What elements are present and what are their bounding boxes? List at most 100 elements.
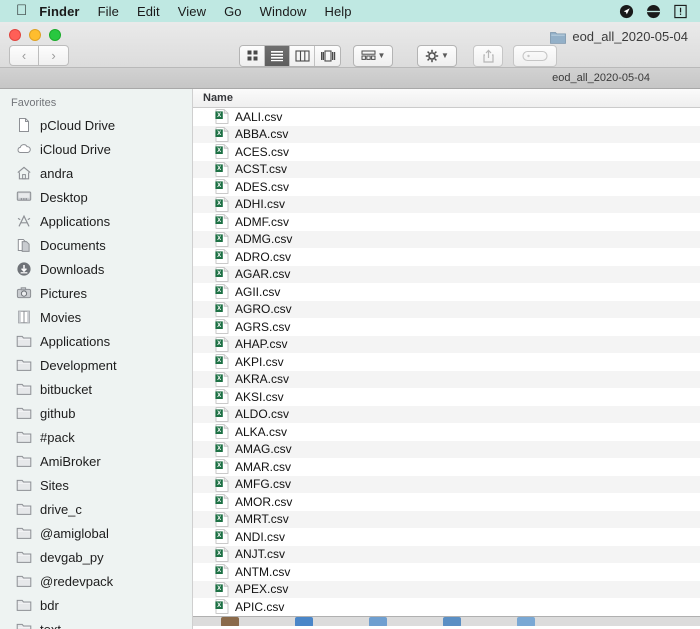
table-row[interactable]: X ACST.csv: [193, 160, 700, 178]
table-row[interactable]: X ADRO.csv: [193, 248, 700, 266]
sidebar-item-desktop[interactable]: Desktop: [0, 185, 192, 209]
csv-excel-icon: X: [215, 319, 229, 335]
csv-excel-icon: X: [215, 266, 229, 282]
table-row[interactable]: X APEX.csv: [193, 580, 700, 598]
sidebar-item-pack[interactable]: #pack: [0, 425, 192, 449]
table-row[interactable]: X AMFG.csv: [193, 475, 700, 493]
dock-item[interactable]: [221, 616, 239, 626]
dock-item[interactable]: [369, 616, 387, 626]
table-row[interactable]: X AGRO.csv: [193, 300, 700, 318]
table-row[interactable]: X AGAR.csv: [193, 265, 700, 283]
menu-item-help[interactable]: Help: [324, 4, 351, 19]
sidebar-item-pcloud-drive[interactable]: pCloud Drive: [0, 113, 192, 137]
location-arrow-icon[interactable]: [619, 4, 634, 19]
table-row[interactable]: X ABBA.csv: [193, 125, 700, 143]
dark-circle-icon[interactable]: [646, 4, 661, 19]
table-row[interactable]: X AGRS.csv: [193, 318, 700, 336]
exclamation-box-icon[interactable]: [673, 4, 688, 19]
dock-item[interactable]: [443, 616, 461, 626]
folder-icon: [16, 335, 32, 347]
table-row[interactable]: X AKPI.csv: [193, 353, 700, 371]
grid-icon: [247, 50, 257, 61]
table-row[interactable]: X AGII.csv: [193, 283, 700, 301]
dock-item[interactable]: [517, 616, 535, 626]
sidebar-item-redevpack[interactable]: @redevpack: [0, 569, 192, 593]
table-row[interactable]: X ADES.csv: [193, 178, 700, 196]
sidebar-item-pictures[interactable]: Pictures: [0, 281, 192, 305]
share-icon: [482, 49, 494, 63]
window-title: eod_all_2020-05-04: [550, 29, 688, 44]
table-row[interactable]: X ANTM.csv: [193, 563, 700, 581]
arrange-by-button[interactable]: ▼: [353, 44, 393, 67]
sidebar-item-downloads[interactable]: Downloads: [0, 257, 192, 281]
table-row[interactable]: X ADMG.csv: [193, 230, 700, 248]
action-gear-button[interactable]: ▼: [417, 44, 457, 67]
column-view-button[interactable]: [290, 45, 315, 66]
table-row[interactable]: X AMRT.csv: [193, 510, 700, 528]
sidebar-item-movies[interactable]: Movies: [0, 305, 192, 329]
menu-item-file[interactable]: File: [98, 4, 119, 19]
table-row[interactable]: X ALKA.csv: [193, 423, 700, 441]
sidebar-item-github[interactable]: github: [0, 401, 192, 425]
file-list: Name X AALI.csv X ABBA.csv X ACES.csv X …: [193, 89, 700, 629]
list-view-button[interactable]: [265, 45, 290, 66]
tab-bar[interactable]: eod_all_2020-05-04: [0, 68, 700, 89]
sidebar-item-andra[interactable]: andra: [0, 161, 192, 185]
sidebar-item-label: Applications: [40, 333, 111, 349]
sidebar-item-documents[interactable]: Documents: [0, 233, 192, 257]
csv-excel-icon: X: [215, 179, 229, 195]
home-icon: [17, 166, 31, 180]
menu-item-go[interactable]: Go: [224, 4, 242, 19]
forward-button[interactable]: ›: [39, 45, 69, 66]
folder-icon: [16, 503, 32, 515]
sidebar-item-text[interactable]: text: [0, 617, 192, 629]
table-row[interactable]: X AMAG.csv: [193, 440, 700, 458]
table-row[interactable]: X AALI.csv: [193, 108, 700, 126]
apple-logo-icon[interactable]: : [16, 3, 27, 18]
back-button[interactable]: ‹: [9, 45, 39, 66]
menu-item-window[interactable]: Window: [260, 4, 307, 19]
sidebar-item-development[interactable]: Development: [0, 353, 192, 377]
tag-button[interactable]: [513, 44, 557, 67]
zoom-button[interactable]: [49, 29, 61, 41]
sidebar-item-amibroker[interactable]: AmiBroker: [0, 449, 192, 473]
sidebar-item-applications[interactable]: Applications: [0, 329, 192, 353]
table-row[interactable]: X ANDI.csv: [193, 528, 700, 546]
svg-text:X: X: [217, 428, 221, 434]
table-row[interactable]: X AMAR.csv: [193, 458, 700, 476]
sidebar-item-sites[interactable]: Sites: [0, 473, 192, 497]
icon-view-button[interactable]: [240, 45, 265, 66]
sidebar-item-bdr[interactable]: bdr: [0, 593, 192, 617]
sidebar-item-drive-c[interactable]: drive_c: [0, 497, 192, 521]
share-button[interactable]: [473, 44, 503, 67]
table-row[interactable]: X AHAP.csv: [193, 335, 700, 353]
gallery-view-button[interactable]: [315, 45, 340, 66]
file-name: AKSI.csv: [235, 389, 284, 404]
menu-item-view[interactable]: View: [178, 4, 206, 19]
menu-item-finder[interactable]: Finder: [39, 4, 79, 19]
file-name: ANDI.csv: [235, 529, 286, 544]
close-button[interactable]: [9, 29, 21, 41]
column-header-name[interactable]: Name: [193, 89, 700, 108]
table-row[interactable]: X ALDO.csv: [193, 405, 700, 423]
table-row[interactable]: X APIC.csv: [193, 598, 700, 616]
menu-item-edit[interactable]: Edit: [137, 4, 160, 19]
table-row[interactable]: X AKRA.csv: [193, 370, 700, 388]
sidebar-item-applications[interactable]: Applications: [0, 209, 192, 233]
sidebar-item-bitbucket[interactable]: bitbucket: [0, 377, 192, 401]
sidebar-item-label: devgab_py: [40, 549, 104, 565]
table-row[interactable]: X AKSI.csv: [193, 388, 700, 406]
table-row[interactable]: X ADMF.csv: [193, 213, 700, 231]
sidebar-item-devgab-py[interactable]: devgab_py: [0, 545, 192, 569]
table-row[interactable]: X ANJT.csv: [193, 545, 700, 563]
table-row[interactable]: X ADHI.csv: [193, 195, 700, 213]
sidebar-item-amiglobal[interactable]: @amiglobal: [0, 521, 192, 545]
sidebar-item-icloud-drive[interactable]: iCloud Drive: [0, 137, 192, 161]
dock-item[interactable]: [295, 616, 313, 626]
sidebar: Favorites pCloud Drive iCloud Drive andra…: [0, 89, 193, 629]
minimize-button[interactable]: [29, 29, 41, 41]
svg-text:X: X: [217, 376, 221, 382]
table-row[interactable]: X ACES.csv: [193, 143, 700, 161]
tab-label[interactable]: eod_all_2020-05-04: [552, 72, 650, 84]
table-row[interactable]: X AMOR.csv: [193, 493, 700, 511]
